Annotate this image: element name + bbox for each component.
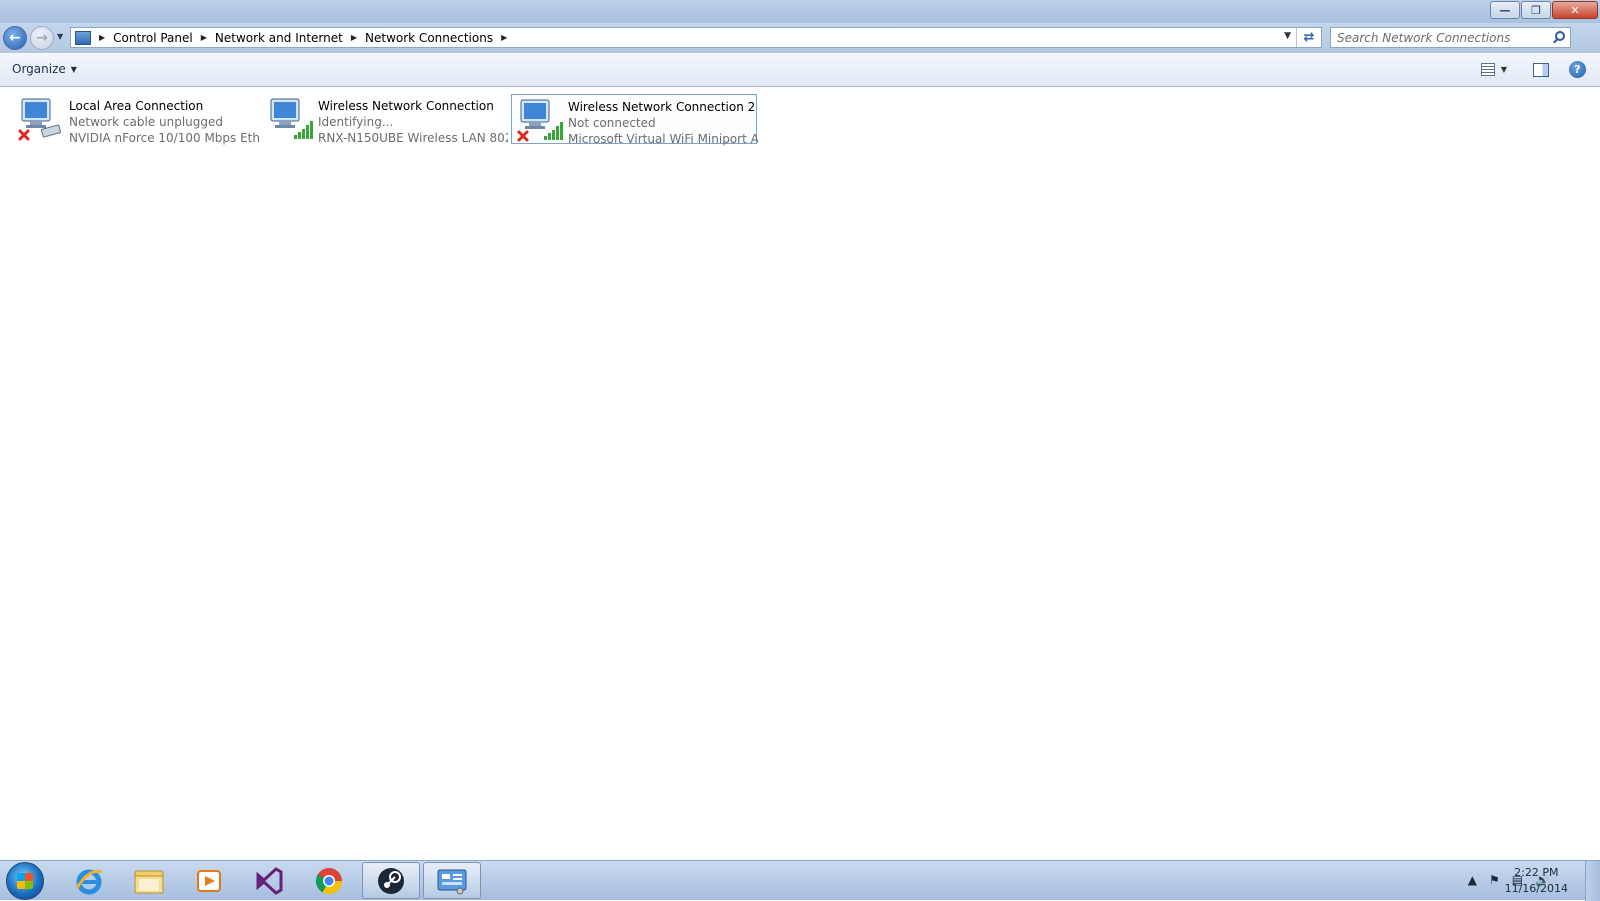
breadcrumb-control-panel[interactable]: Control Panel bbox=[113, 31, 193, 45]
taskbar-visual-studio[interactable] bbox=[240, 862, 298, 899]
taskbar-internet-explorer[interactable] bbox=[60, 862, 118, 899]
connection-tile-local-area[interactable]: Local Area Connection Network cable unpl… bbox=[13, 94, 259, 145]
restore-icon: ❐ bbox=[1531, 3, 1541, 17]
internet-explorer-icon bbox=[75, 869, 103, 894]
wireless-network-adapter-icon bbox=[517, 99, 563, 142]
folder-icon bbox=[134, 870, 164, 893]
forward-button[interactable]: → bbox=[30, 26, 54, 50]
clock-date: 11/16/2014 bbox=[1504, 882, 1568, 895]
search-box[interactable] bbox=[1330, 27, 1571, 48]
command-bar-right: ▼ ? bbox=[1480, 61, 1586, 78]
chrome-icon bbox=[315, 867, 343, 894]
clock[interactable]: 2:22 PM 11/16/2014 bbox=[1505, 865, 1568, 897]
close-icon: ✕ bbox=[1570, 3, 1580, 17]
connection-device: RNX-N150UBE Wireless LAN 802.1... bbox=[318, 131, 508, 145]
visual-studio-icon bbox=[256, 866, 283, 895]
taskbar-steam[interactable] bbox=[362, 862, 420, 899]
minimize-icon: — bbox=[1499, 3, 1511, 17]
connection-name: Local Area Connection bbox=[69, 99, 204, 113]
change-view-icon[interactable] bbox=[1480, 63, 1495, 76]
back-button[interactable]: ← bbox=[3, 26, 27, 50]
organize-menu-button[interactable]: Organize ▼ bbox=[12, 62, 77, 76]
chevron-down-icon: ▼ bbox=[70, 64, 77, 74]
taskbar-windows-explorer[interactable] bbox=[120, 862, 178, 899]
organize-label: Organize bbox=[12, 62, 66, 76]
taskbar-media-player[interactable] bbox=[180, 862, 238, 899]
control-panel-icon bbox=[437, 869, 467, 894]
minimize-button[interactable]: — bbox=[1490, 1, 1520, 19]
back-arrow-icon: ← bbox=[9, 30, 21, 46]
show-hidden-icons-icon[interactable]: ▲ bbox=[1468, 873, 1477, 887]
search-input[interactable] bbox=[1331, 28, 1548, 47]
taskbar-control-panel[interactable] bbox=[423, 862, 481, 899]
search-icon[interactable] bbox=[1555, 31, 1565, 41]
connection-device: Microsoft Virtual WiFi Miniport A... bbox=[568, 132, 758, 146]
breadcrumb-network-connections[interactable]: Network Connections bbox=[365, 31, 493, 45]
connection-status: Not connected bbox=[568, 116, 656, 130]
start-button[interactable] bbox=[6, 862, 44, 900]
breadcrumb-chevron-icon[interactable]: ▶ bbox=[99, 33, 105, 42]
refresh-button[interactable]: ⇄ bbox=[1296, 28, 1321, 47]
control-panel-icon bbox=[75, 30, 91, 45]
wireless-network-adapter-icon bbox=[270, 98, 313, 139]
forward-arrow-icon: → bbox=[36, 30, 48, 46]
taskbar: ▲ ⚑ ▤ 🔊 2:22 PM 11/16/2014 bbox=[0, 860, 1600, 901]
taskbar-chrome[interactable] bbox=[300, 862, 358, 899]
show-desktop-button[interactable] bbox=[1585, 861, 1600, 901]
media-player-icon bbox=[197, 869, 221, 892]
breadcrumb-chevron-icon[interactable]: ▶ bbox=[501, 33, 507, 42]
view-options-dropdown-icon[interactable]: ▼ bbox=[1501, 65, 1507, 74]
preview-pane-icon[interactable] bbox=[1533, 62, 1549, 77]
steam-icon bbox=[378, 867, 404, 894]
breadcrumb-chevron-icon[interactable]: ▶ bbox=[351, 33, 357, 42]
connection-status: Identifying... bbox=[318, 115, 394, 129]
breadcrumb-chevron-icon[interactable]: ▶ bbox=[201, 33, 207, 42]
help-icon[interactable]: ? bbox=[1569, 61, 1586, 78]
command-bar: Organize ▼ ▼ ? bbox=[0, 53, 1600, 87]
recent-pages-dropdown[interactable]: ▼ bbox=[57, 32, 67, 44]
connection-status: Network cable unplugged bbox=[69, 115, 224, 129]
navigation-bar: ← → ▼ ▶ Control Panel ▶ Network and Inte… bbox=[0, 23, 1600, 53]
connection-tile-wireless[interactable]: Wireless Network Connection Identifying.… bbox=[262, 94, 508, 145]
maximize-button[interactable]: ❐ bbox=[1521, 1, 1551, 19]
address-bar[interactable]: ▶ Control Panel ▶ Network and Internet ▶… bbox=[70, 27, 1322, 48]
breadcrumb-network-and-internet[interactable]: Network and Internet bbox=[215, 31, 343, 45]
window-controls: — ❐ ✕ bbox=[1489, 1, 1598, 19]
address-history-dropdown-icon[interactable]: ▼ bbox=[1284, 31, 1291, 41]
action-center-flag-icon[interactable]: ⚑ bbox=[1489, 873, 1500, 887]
close-button[interactable]: ✕ bbox=[1552, 1, 1598, 19]
connection-name: Wireless Network Connection bbox=[318, 99, 494, 113]
connection-tile-wireless-2[interactable]: Wireless Network Connection 2 Not connec… bbox=[511, 94, 758, 146]
windows-logo-icon bbox=[17, 873, 33, 889]
connection-device: NVIDIA nForce 10/100 Mbps Ether... bbox=[69, 131, 259, 145]
wired-network-adapter-icon bbox=[18, 98, 62, 141]
help-label: ? bbox=[1574, 63, 1581, 76]
clock-time: 2:22 PM bbox=[1514, 866, 1559, 879]
refresh-icon: ⇄ bbox=[1303, 30, 1315, 45]
connections-view: Local Area Connection Network cable unpl… bbox=[0, 87, 1600, 860]
connection-name: Wireless Network Connection 2 bbox=[568, 100, 756, 114]
window-titlebar: — ❐ ✕ bbox=[0, 0, 1600, 23]
